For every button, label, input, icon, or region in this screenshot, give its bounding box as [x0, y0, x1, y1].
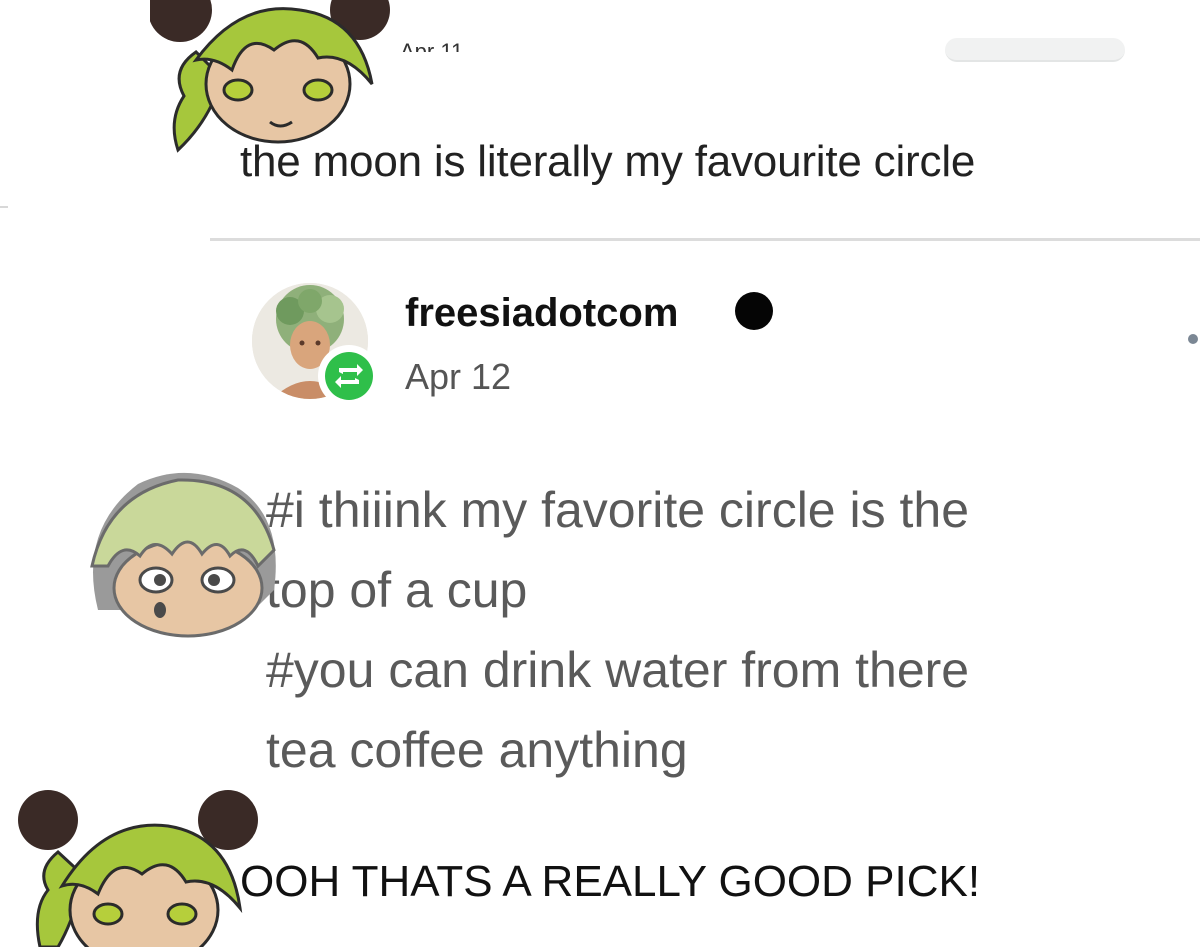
post-divider — [210, 238, 1200, 241]
reblog-icon — [335, 364, 363, 388]
post-tags: #i thiiink my favorite circle is the top… — [266, 470, 1166, 790]
username-link[interactable]: freesiadotcom — [405, 291, 678, 336]
green-hair-character-icon — [150, 0, 390, 153]
tag-line[interactable]: top of a cup — [266, 550, 1166, 630]
user-status-badge — [735, 292, 773, 330]
green-hair-character-bottom-icon — [18, 790, 258, 947]
options-dot-icon[interactable] — [1188, 334, 1198, 344]
tag-line[interactable]: #you can drink water from there — [266, 630, 1166, 710]
reply-text: OOH THATS A REALLY GOOD PICK! — [240, 857, 981, 906]
reblog-badge — [318, 345, 380, 407]
previous-post-action-pill[interactable] — [945, 38, 1125, 62]
previous-post-date: Apr 11 — [400, 39, 464, 52]
tag-line[interactable]: #i thiiink my favorite circle is the — [266, 470, 1166, 550]
light-hair-character-icon — [90, 472, 276, 638]
tag-line[interactable]: tea coffee anything — [266, 710, 1166, 790]
divider-stub — [0, 206, 8, 208]
post-date[interactable]: Apr 12 — [405, 356, 511, 398]
